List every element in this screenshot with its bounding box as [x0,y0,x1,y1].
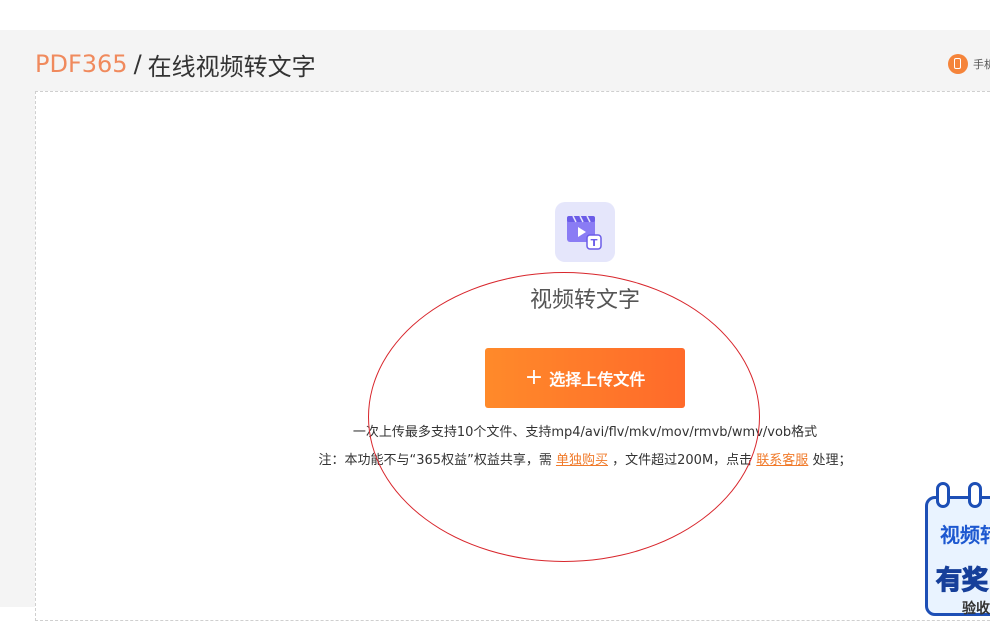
mobile-version-link[interactable]: 手机 [948,54,990,74]
promo-subtitle: 有奖 [935,565,989,596]
tool-title: 视频转文字 [529,288,640,313]
phone-icon [948,54,968,74]
select-upload-file-button[interactable]: + 选择上传文件 [485,348,685,408]
binder-ring-icon [936,482,950,508]
upload-button-label: 选择上传文件 [549,370,646,389]
page-title: 在线视频转文字 [147,52,316,81]
promo-title: 视频转 [940,523,990,547]
breadcrumb: PDF365 / 在线视频转文字 [35,48,316,81]
plus-icon: + [524,365,544,390]
promo-bottom-text: 验收 [962,601,990,617]
promo-widget[interactable]: 视频转 有奖 验收 [922,482,990,622]
video-to-text-icon: T [555,202,615,262]
note-middle: ，文件超过200M，点击 [612,453,753,468]
supported-formats-text: 一次上传最多支持10个文件、支持mp4/avi/flv/mkv/mov/rmvb… [352,425,818,440]
top-bar [0,0,990,30]
buy-separately-link[interactable]: 单独购买 [556,453,608,468]
breadcrumb-separator: / [133,50,142,78]
usage-note: 注：本功能不与“365权益”权益共享，需 单独购买 ，文件超过200M，点击 联… [0,449,990,468]
note-suffix: 处理； [812,453,852,468]
mobile-version-label: 手机 [973,58,990,71]
note-prefix: 注：本功能不与“365权益”权益共享，需 [318,453,552,468]
binder-ring-icon [968,482,982,508]
breadcrumb-brand-link[interactable]: PDF365 [35,50,128,78]
svg-text:T: T [591,238,598,249]
contact-service-link[interactable]: 联系客服 [756,453,808,468]
